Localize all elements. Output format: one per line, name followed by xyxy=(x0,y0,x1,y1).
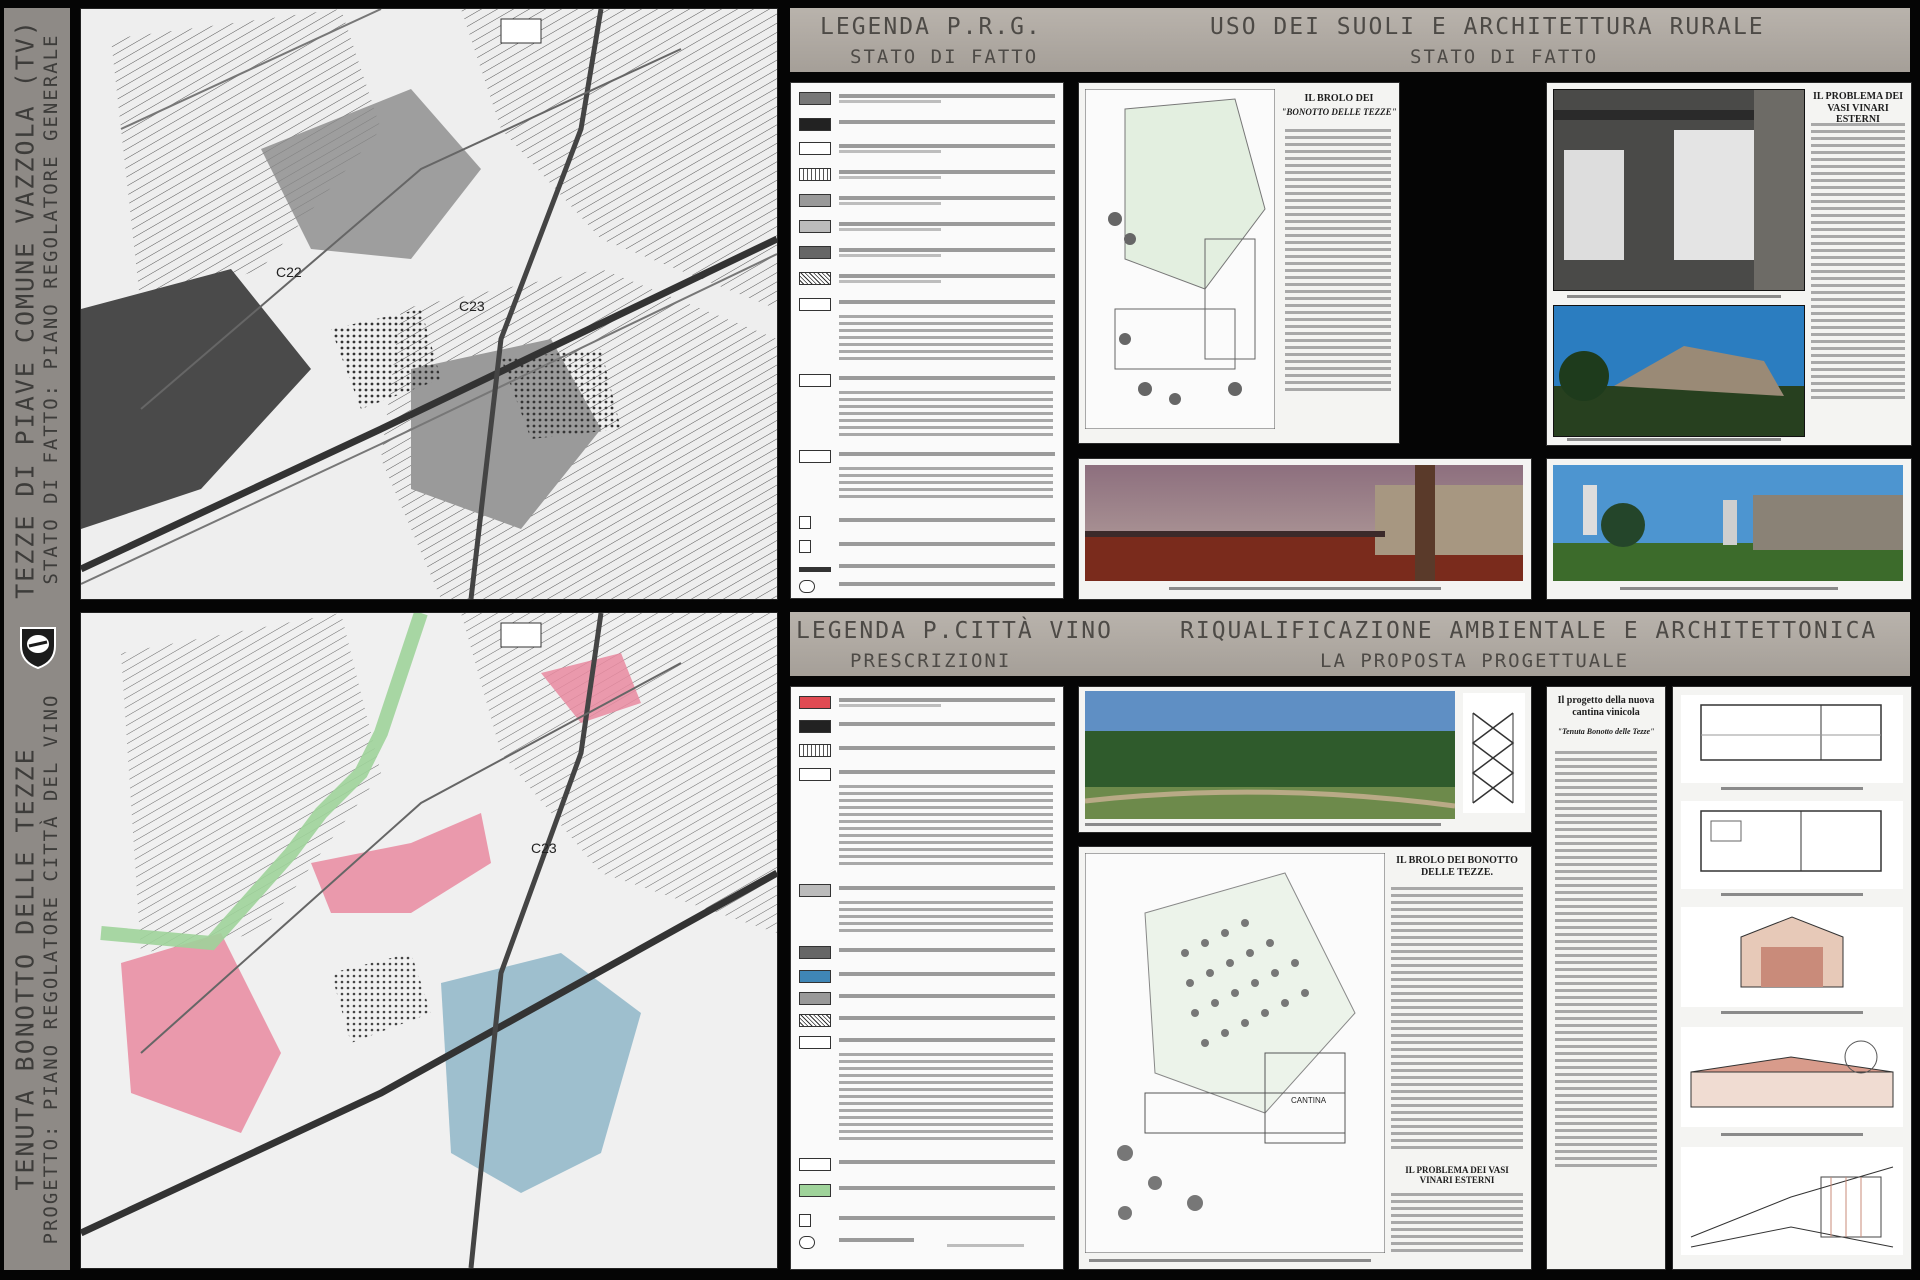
panorama-panel-top xyxy=(1078,458,1532,600)
legend-citta-vino-heading: LEGENDA P.CITTÀ VINO xyxy=(796,618,1113,644)
brolo-top-title: IL BROLO DEI xyxy=(1304,93,1374,104)
progetto-title: Il progetto della nuova cantina vinicola xyxy=(1557,695,1655,718)
farm-photo-panel xyxy=(1546,458,1912,600)
legend-prg-subheading: STATO DI FATTO xyxy=(850,46,1039,68)
map-label-c23: C23 xyxy=(459,298,485,314)
map-label-c22: C22 xyxy=(276,264,302,280)
farm-photo xyxy=(1553,465,1903,581)
riqualificazione-subheading: LA PROPOSTA PROGETTUALE xyxy=(1320,650,1630,672)
header-bar-bottom: LEGENDA P.CITTÀ VINO PRESCRIZIONI RIQUAL… xyxy=(790,612,1910,676)
brolo-top-subtitle: "BONOTTO DELLE TEZZE" xyxy=(1281,107,1397,117)
vasi-top-title: IL PROBLEMA DEI VASI VINARI ESTERNI xyxy=(1812,91,1904,125)
vineyard-photo-panel xyxy=(1078,686,1532,833)
citta-vino-map-bottom: C23 xyxy=(80,612,778,1269)
strip-title-bottom: TENUTA BONOTTO DELLE TEZZE xyxy=(10,747,40,1191)
progetto-subtitle: "Tenuta Bonotto delle Tezze" xyxy=(1557,727,1655,736)
cantina-drawings-panel xyxy=(1672,686,1912,1270)
strip-subtitle-bottom: PROGETTO: PIANO REGOLATORE CITTÀ DEL VIN… xyxy=(40,693,62,1245)
strip-subtitle-top: STATO DI FATTO: PIANO REGOLATORE GENERAL… xyxy=(40,33,62,585)
title-strip: TENUTA BONOTTO DELLE TEZZE PROGETTO: PIA… xyxy=(4,8,70,1270)
brolo-bottom-title: IL BROLO DEI BONOTTO DELLE TEZZE. xyxy=(1396,855,1518,878)
riqualificazione-heading: RIQUALIFICAZIONE AMBIENTALE E ARCHITETTO… xyxy=(1180,618,1878,644)
brolo-plan-panel: IL BROLO DEI "BONOTTO DELLE TEZZE" xyxy=(1078,82,1400,444)
map-label-c23-bottom: C23 xyxy=(531,840,557,856)
vasi-photo-2 xyxy=(1553,305,1805,437)
progetto-cantina-text-panel: Il progetto della nuova cantina vinicola… xyxy=(1546,686,1666,1270)
perspective-drawing xyxy=(1681,1147,1903,1255)
brolo-project-plan: CANTINA xyxy=(1085,853,1385,1253)
legend-citta-vino-panel xyxy=(790,686,1064,1270)
trellis-diagram xyxy=(1463,693,1525,813)
legend-prg-heading: LEGENDA P.R.G. xyxy=(820,14,1042,40)
header-bar-top: LEGENDA P.R.G. STATO DI FATTO USO DEI SU… xyxy=(790,8,1910,72)
strip-title-top: TEZZE DI PIAVE COMUNE VAZZOLA (TV) xyxy=(10,19,40,599)
vasi-bottom-title: IL PROBLEMA DEI VASI VINARI ESTERNI xyxy=(1405,1165,1509,1186)
floor-plan-drawing-2 xyxy=(1681,801,1903,889)
prg-map-top: C22 C23 xyxy=(80,8,778,600)
vineyard-photo xyxy=(1085,691,1455,819)
site-plan-drawing xyxy=(1085,89,1275,429)
vasi-vinari-panel: IL PROBLEMA DEI VASI VINARI ESTERNI xyxy=(1546,82,1912,446)
legend-prg-panel xyxy=(790,82,1064,599)
brolo-project-panel: CANTINA IL BROLO DEI BONOTTO DELLE TEZZE… xyxy=(1078,846,1532,1270)
uso-suoli-heading: USO DEI SUOLI E ARCHITETTURA RURALE xyxy=(1210,14,1765,40)
elevation-drawing xyxy=(1681,1027,1903,1127)
section-drawing xyxy=(1681,907,1903,1007)
panorama-photo xyxy=(1085,465,1523,581)
coat-of-arms-icon xyxy=(20,627,56,670)
legend-citta-vino-subheading: PRESCRIZIONI xyxy=(850,650,1012,672)
floor-plan-drawing-1 xyxy=(1681,695,1903,783)
uso-suoli-subheading: STATO DI FATTO xyxy=(1410,46,1599,68)
cantina-label: CANTINA xyxy=(1291,1096,1327,1105)
vasi-photo-1 xyxy=(1553,89,1805,291)
